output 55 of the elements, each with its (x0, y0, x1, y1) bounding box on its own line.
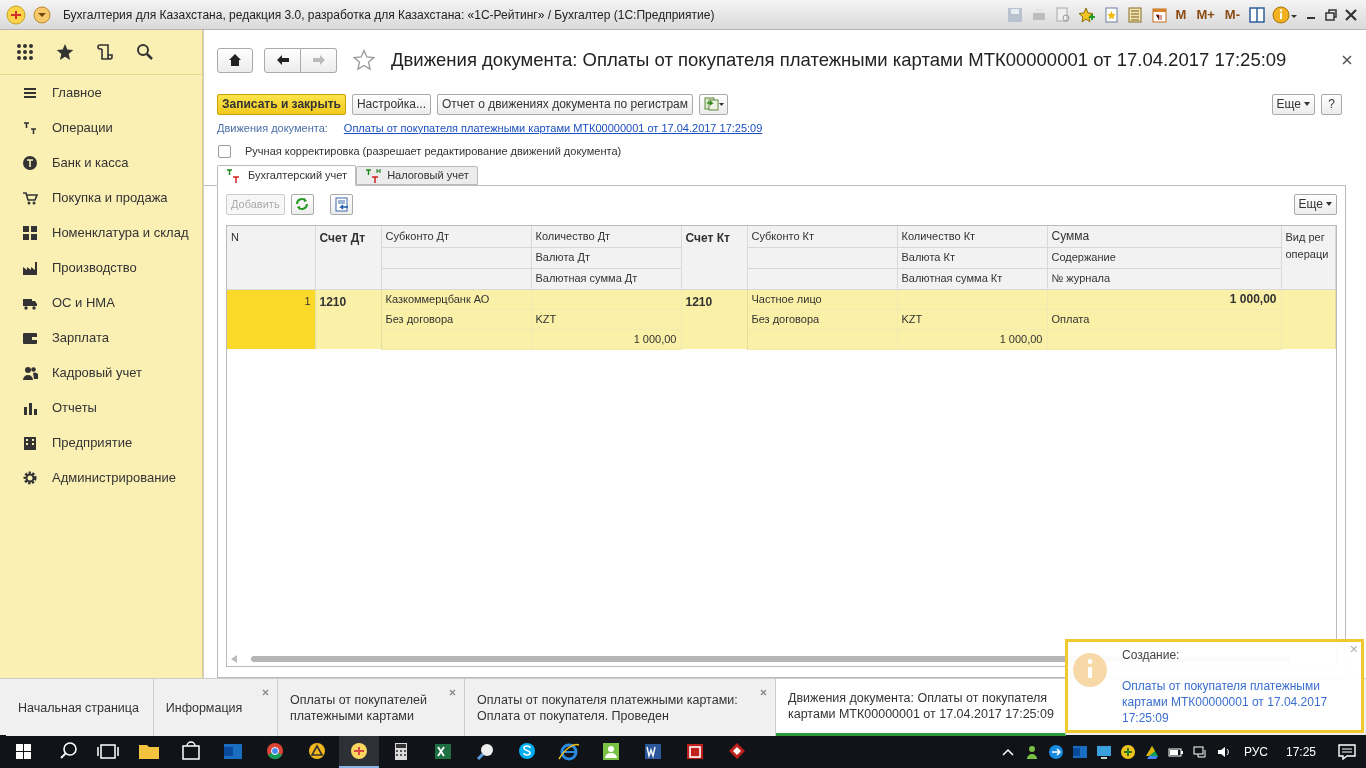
field-label: Движения документа: (217, 120, 328, 136)
column-header[interactable]: Содержание (1047, 247, 1281, 268)
clock[interactable]: 17:25 (1285, 742, 1316, 761)
column-header[interactable]: Сумма (1047, 226, 1281, 247)
tab[interactable]: Бухгалтерский учет (217, 165, 357, 186)
tab-label: платежными картами (290, 707, 415, 724)
column-header[interactable]: Субконто Кт (747, 226, 897, 247)
sidebar-item[interactable]: Предприятие (0, 425, 202, 460)
table-cell: 1210 (681, 289, 747, 349)
document-link[interactable]: Оплаты от покупателя платежными картами МТК00000001 от 17.04.2017 17:25:09 (343, 119, 763, 137)
sidebar-item[interactable]: Покупка и продажа (0, 180, 202, 215)
column-header[interactable]: Количество Дт (531, 226, 681, 247)
sidebar-item[interactable]: Банк и касса (0, 145, 202, 180)
sidebar-item[interactable]: Главное (0, 75, 202, 110)
more-button[interactable]: Еще (1293, 193, 1337, 215)
column-header[interactable]: Субконто Дт (381, 226, 531, 247)
form-title: Движения документа: Оплаты от покупателя платежными картами МТК00000001 от 17.04.2017 17:25:09 (391, 48, 1287, 73)
tab-label: Оплаты от покупателей (290, 691, 428, 708)
sidebar-item[interactable]: ОС и НМА (0, 285, 202, 320)
notification-link[interactable]: Оплаты от покупателя платежными картами МТК00000001 от 17.04.2017 17:25:09 (1122, 678, 1347, 726)
open-tab[interactable]: Информация (153, 679, 278, 736)
sidebar-item[interactable]: Номенклатура и склад (0, 215, 202, 250)
toolbar-button[interactable]: Настройка... (351, 93, 431, 115)
table-cell: 1 (227, 289, 315, 349)
memory-button[interactable]: M- (1222, 4, 1242, 25)
checkbox-label: Ручная корректировка (разрешает редактирование движений документа) (245, 143, 622, 159)
tab-label: картами МТК00000001 от 17.04.2017 17:25:09 (788, 706, 1053, 722)
sidebar-item[interactable]: Кадровый учет (0, 355, 202, 390)
sidebar-item[interactable]: Администрирование (0, 460, 202, 495)
sidebar-item[interactable]: Зарплата (0, 320, 202, 355)
sidebar-item[interactable]: Отчеты (0, 390, 202, 425)
open-tab[interactable]: Оплаты от покупателя платежными картами: Оплата от покупателя. Проведен (465, 679, 776, 736)
help-button[interactable]: ? (1321, 93, 1342, 115)
tab-label: Информация (165, 699, 244, 716)
tab-label: Оплата от покупателя. Проведен (477, 707, 670, 724)
open-tab[interactable]: Оплаты от покупателей платежными картами (278, 679, 466, 736)
tab-label: Начальная страница (18, 699, 140, 716)
save-close-button[interactable]: Записать и закрыть (217, 93, 346, 115)
column-header[interactable]: № журнала (1047, 268, 1281, 289)
open-tab[interactable]: Движения документа: Оплаты от покупателя картами МТК00000001 от 17.04.2017 17:25:09 (776, 679, 1066, 736)
window-title: Бухгалтерия для Казахстана, редакция 3.0, разработка для Казахстана: «1С-Рейтинг» / Бухгалтер (1С:Предприятие) (63, 6, 715, 24)
table-cell: 1210 (315, 289, 381, 349)
memory-button[interactable]: M+ (1194, 4, 1217, 25)
more-button[interactable]: Еще (1271, 93, 1315, 115)
memory-button[interactable]: M (1173, 4, 1189, 25)
open-tab[interactable]: Начальная страница (6, 679, 154, 736)
tab[interactable]: Налоговый учет (356, 166, 478, 185)
tab-label: Оплаты от покупателя платежными картами: (477, 691, 739, 708)
sidebar-item[interactable]: Операции (0, 110, 202, 145)
notification-title: Создание: (1122, 647, 1181, 664)
toolbar-button[interactable]: Отчет о движениях документа по регистрам (437, 93, 694, 115)
language-indicator[interactable]: РУС (1243, 742, 1268, 761)
sidebar-item[interactable]: Производство (0, 250, 202, 285)
column-header[interactable]: Количество Кт (897, 226, 1047, 247)
tab-label: Движения документа: Оплаты от покупателя (788, 690, 1049, 706)
